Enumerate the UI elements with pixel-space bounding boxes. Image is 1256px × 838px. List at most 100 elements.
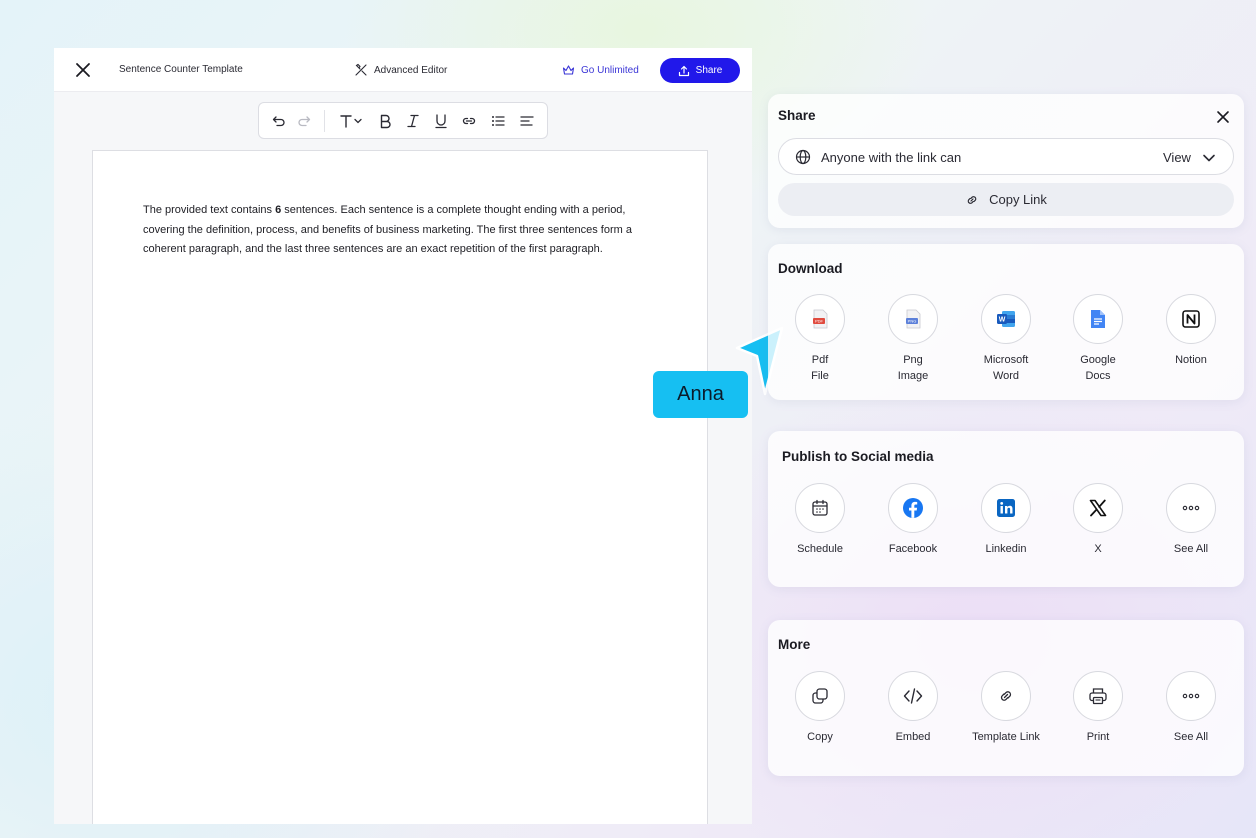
globe-icon xyxy=(795,149,811,165)
svg-text:W: W xyxy=(999,317,1006,324)
download-options: PDF Pdf File PNG Png Image W Microsoft Word… xyxy=(768,294,1244,394)
template-link-button[interactable]: Template Link xyxy=(960,671,1052,771)
bold-button[interactable] xyxy=(375,111,395,131)
svg-text:PDF: PDF xyxy=(815,319,824,324)
social-see-all-label: See All xyxy=(1173,543,1209,555)
link-icon xyxy=(1000,691,1012,701)
crown-icon xyxy=(562,65,575,75)
schedule-label: Schedule xyxy=(797,543,843,555)
tools-icon xyxy=(355,63,367,76)
italic-button[interactable] xyxy=(403,111,423,131)
publish-social-title: Publish to Social media xyxy=(782,449,934,464)
icon-circle: PNG xyxy=(888,294,938,344)
copy-label: Copy xyxy=(807,731,833,743)
undo-button[interactable] xyxy=(269,111,289,131)
go-unlimited-label: Go Unlimited xyxy=(581,64,639,76)
notion-icon xyxy=(1182,310,1200,328)
bullet-list-button[interactable] xyxy=(488,111,508,131)
download-pdf-button[interactable]: PDF Pdf File xyxy=(774,294,866,394)
go-unlimited-link[interactable]: Go Unlimited xyxy=(562,62,639,78)
copy-button[interactable]: Copy xyxy=(774,671,866,771)
embed-code-icon xyxy=(903,688,923,704)
text-style-dropdown[interactable] xyxy=(335,111,367,131)
social-options: Schedule Facebook Linkedin X See All xyxy=(768,483,1244,583)
close-icon xyxy=(1217,111,1229,123)
share-button-label: Share xyxy=(695,65,723,76)
icon-circle xyxy=(981,483,1031,533)
embed-button[interactable]: Embed xyxy=(867,671,959,771)
linkedin-button[interactable]: Linkedin xyxy=(960,483,1052,583)
print-button[interactable]: Print xyxy=(1052,671,1144,771)
svg-text:PNG: PNG xyxy=(908,319,917,324)
advanced-editor-button[interactable]: Advanced Editor xyxy=(354,62,447,78)
publish-social-panel: Publish to Social media Schedule Faceboo… xyxy=(768,431,1244,587)
document-page[interactable]: The provided text contains 6 sentences. … xyxy=(92,150,708,824)
linkedin-icon xyxy=(997,499,1015,517)
formatting-toolbar xyxy=(258,102,548,139)
chevron-down-icon xyxy=(354,118,362,124)
embed-label: Embed xyxy=(895,731,931,743)
icon-label: Google Docs xyxy=(1080,354,1116,382)
document-body[interactable]: The provided text contains 6 sentences. … xyxy=(143,201,663,260)
bold-icon xyxy=(380,114,391,129)
document-title: Sentence Counter Template xyxy=(119,64,243,75)
italic-icon xyxy=(407,114,419,128)
share-panel: Share Anyone with the link can View Copy… xyxy=(768,94,1244,228)
social-see-all-button[interactable]: See All xyxy=(1145,483,1237,583)
redo-icon xyxy=(298,116,311,127)
download-panel-title: Download xyxy=(778,261,843,276)
icon-circle xyxy=(1073,294,1123,344)
facebook-button[interactable]: Facebook xyxy=(867,483,959,583)
link-icon xyxy=(462,117,476,125)
close-icon xyxy=(76,63,90,77)
toolbar-divider xyxy=(324,110,325,132)
download-word-button[interactable]: W Microsoft Word xyxy=(960,294,1052,394)
x-icon xyxy=(1089,499,1107,517)
underline-icon xyxy=(435,114,447,129)
advanced-editor-label: Advanced Editor xyxy=(374,64,448,76)
download-png-button[interactable]: PNG Png Image xyxy=(867,294,959,394)
more-see-all-button[interactable]: See All xyxy=(1145,671,1237,771)
more-panel-title: More xyxy=(778,637,811,652)
icon-circle xyxy=(795,671,845,721)
align-button[interactable] xyxy=(517,111,537,131)
download-panel: Download PDF Pdf File PNG Png Image W Micr… xyxy=(768,244,1244,400)
collaborator-name-tag: Anna xyxy=(653,371,748,418)
editor-window: Sentence Counter Template Advanced Edito… xyxy=(54,48,752,824)
png-image-icon: PNG xyxy=(906,309,921,329)
schedule-button[interactable]: Schedule xyxy=(774,483,866,583)
icon-circle xyxy=(1073,483,1123,533)
copy-link-button[interactable]: Copy Link xyxy=(778,183,1234,216)
editor-header: Sentence Counter Template Advanced Edito… xyxy=(54,48,752,92)
x-label: X xyxy=(1094,543,1102,555)
underline-button[interactable] xyxy=(431,111,451,131)
redo-button[interactable] xyxy=(294,111,314,131)
share-panel-title: Share xyxy=(778,108,816,123)
x-button[interactable]: X xyxy=(1052,483,1144,583)
icon-circle: W xyxy=(981,294,1031,344)
upload-icon xyxy=(678,65,689,76)
template-link-label: Template Link xyxy=(972,731,1040,743)
permission-value: View xyxy=(1163,150,1191,165)
link-icon xyxy=(967,195,977,204)
link-button[interactable] xyxy=(459,111,479,131)
close-share-panel-button[interactable] xyxy=(1215,109,1231,125)
align-left-icon xyxy=(520,116,534,126)
share-button[interactable]: Share xyxy=(660,58,740,83)
icon-label: Png Image xyxy=(897,354,929,382)
link-access-select[interactable]: Anyone with the link can View xyxy=(778,138,1234,175)
google-docs-icon xyxy=(1091,310,1105,328)
icon-circle xyxy=(1073,671,1123,721)
more-panel: More Copy Embed Template Link Print See … xyxy=(768,620,1244,776)
download-google-docs-button[interactable]: Google Docs xyxy=(1052,294,1144,394)
more-dots-icon xyxy=(1182,505,1200,511)
icon-circle xyxy=(981,671,1031,721)
download-notion-button[interactable]: Notion xyxy=(1145,294,1237,394)
icon-circle: PDF xyxy=(795,294,845,344)
chevron-down-icon xyxy=(1203,154,1215,162)
pdf-file-icon: PDF xyxy=(813,309,828,329)
icon-circle xyxy=(888,483,938,533)
close-editor-button[interactable] xyxy=(74,61,92,79)
icon-label: Pdf File xyxy=(811,354,829,382)
icon-circle xyxy=(1166,294,1216,344)
